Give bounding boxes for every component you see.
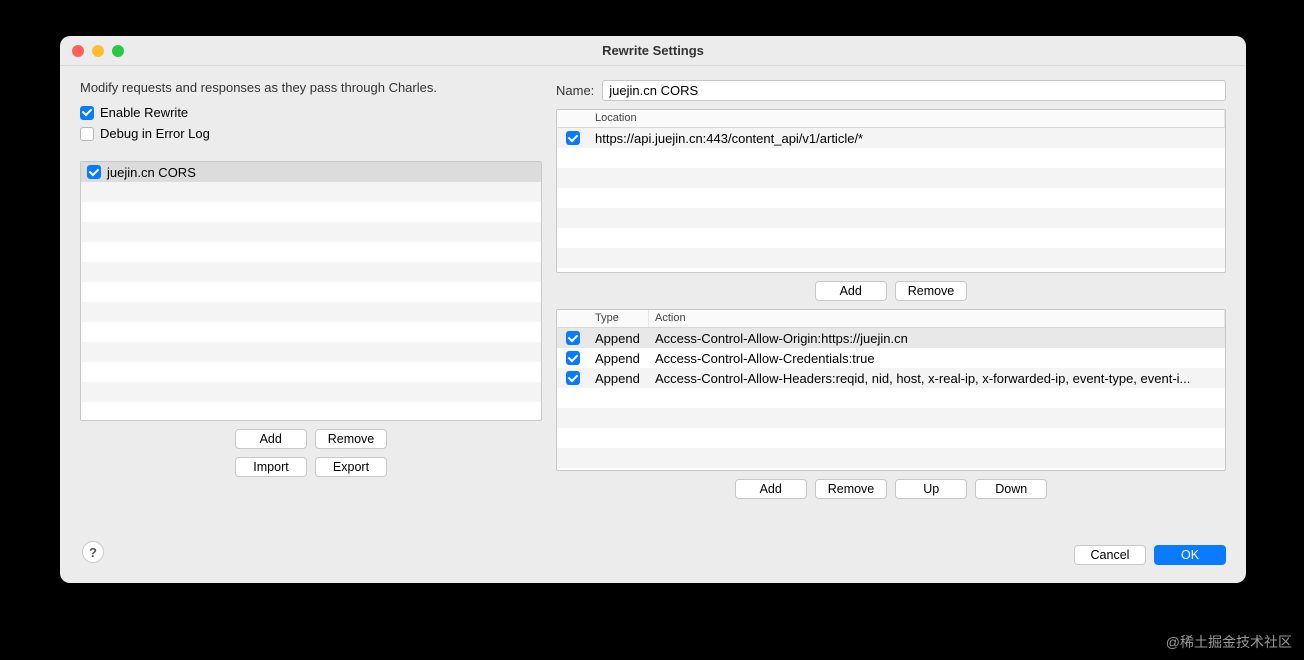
locations-buttons: Add Remove [556,281,1226,301]
ok-button[interactable]: OK [1154,545,1226,565]
rules-table[interactable]: Type Action Append Access-Control-Allow-… [556,309,1226,471]
rules-buttons: Add Remove Up Down [556,479,1226,499]
debug-log-row[interactable]: Debug in Error Log [80,126,542,141]
empty-row [557,148,1225,168]
right-panel: Name: Location https://api.juejin.cn:443… [556,80,1226,569]
rules-header-action: Action [649,310,1225,327]
name-row: Name: [556,80,1226,101]
rules-up-button[interactable]: Up [895,479,967,499]
titlebar: Rewrite Settings [60,36,1246,66]
enable-rewrite-label: Enable Rewrite [100,105,188,120]
locations-table[interactable]: Location https://api.juejin.cn:443/conte… [556,109,1226,273]
sets-buttons-1: Add Remove [80,429,542,449]
rule-row-checkbox[interactable] [566,371,580,385]
locations-header-label: Location [589,110,1225,127]
rewrite-settings-window: Rewrite Settings Modify requests and res… [60,36,1246,583]
sets-buttons-2: Import Export [80,457,542,477]
empty-row [81,262,541,282]
rules-header: Type Action [557,310,1225,328]
left-panel: Modify requests and responses as they pa… [80,80,542,569]
set-row[interactable]: juejin.cn CORS [81,162,541,182]
help-button[interactable]: ? [82,541,104,563]
rules-add-button[interactable]: Add [735,479,807,499]
empty-row [557,208,1225,228]
set-row-checkbox[interactable] [87,165,101,179]
minimize-icon[interactable] [92,45,104,57]
name-input[interactable] [602,80,1226,101]
close-icon[interactable] [72,45,84,57]
location-url: https://api.juejin.cn:443/content_api/v1… [589,131,1225,146]
locations-header: Location [557,110,1225,128]
sets-export-button[interactable]: Export [315,457,387,477]
empty-row [557,168,1225,188]
rules-check-col [557,310,589,327]
empty-row [557,188,1225,208]
window-title: Rewrite Settings [602,43,704,58]
rule-row[interactable]: Append Access-Control-Allow-Headers:reqi… [557,368,1225,388]
location-row-checkbox[interactable] [566,131,580,145]
cancel-button[interactable]: Cancel [1074,545,1146,565]
empty-row [81,302,541,322]
empty-row [557,228,1225,248]
empty-row [81,402,541,421]
content: Modify requests and responses as they pa… [60,66,1246,583]
empty-row [81,182,541,202]
debug-log-label: Debug in Error Log [100,126,210,141]
enable-rewrite-checkbox[interactable] [80,106,94,120]
empty-row [557,408,1225,428]
sets-remove-button[interactable]: Remove [315,429,388,449]
empty-row [81,342,541,362]
locations-add-button[interactable]: Add [815,281,887,301]
empty-row [81,322,541,342]
name-label: Name: [556,83,594,98]
sets-add-button[interactable]: Add [235,429,307,449]
rules-remove-button[interactable]: Remove [815,479,888,499]
traffic-lights [72,45,124,57]
empty-row [81,362,541,382]
rule-action: Access-Control-Allow-Headers:reqid, nid,… [649,371,1225,386]
rule-action: Access-Control-Allow-Credentials:true [649,351,1225,366]
locations-check-col [557,110,589,127]
empty-row [81,382,541,402]
empty-row [557,448,1225,468]
empty-row [81,202,541,222]
zoom-icon[interactable] [112,45,124,57]
dialog-footer: Cancel OK [1074,545,1226,565]
rule-row[interactable]: Append Access-Control-Allow-Credentials:… [557,348,1225,368]
empty-row [557,388,1225,408]
sets-import-button[interactable]: Import [235,457,307,477]
rule-action: Access-Control-Allow-Origin:https://juej… [649,331,1225,346]
empty-row [557,428,1225,448]
debug-log-checkbox[interactable] [80,127,94,141]
rules-header-type: Type [589,310,649,327]
rule-row-checkbox[interactable] [566,331,580,345]
location-row[interactable]: https://api.juejin.cn:443/content_api/v1… [557,128,1225,148]
set-row-label: juejin.cn CORS [107,165,196,180]
rule-type: Append [589,331,649,346]
empty-row [81,242,541,262]
sets-list[interactable]: juejin.cn CORS [80,161,542,421]
watermark: @稀土掘金技术社区 [1166,632,1292,652]
empty-row [81,222,541,242]
enable-rewrite-row[interactable]: Enable Rewrite [80,105,542,120]
rule-row[interactable]: Append Access-Control-Allow-Origin:https… [557,328,1225,348]
rules-down-button[interactable]: Down [975,479,1047,499]
empty-row [81,282,541,302]
rule-type: Append [589,351,649,366]
description: Modify requests and responses as they pa… [80,80,542,95]
locations-remove-button[interactable]: Remove [895,281,968,301]
rule-type: Append [589,371,649,386]
empty-row [557,248,1225,268]
rule-row-checkbox[interactable] [566,351,580,365]
